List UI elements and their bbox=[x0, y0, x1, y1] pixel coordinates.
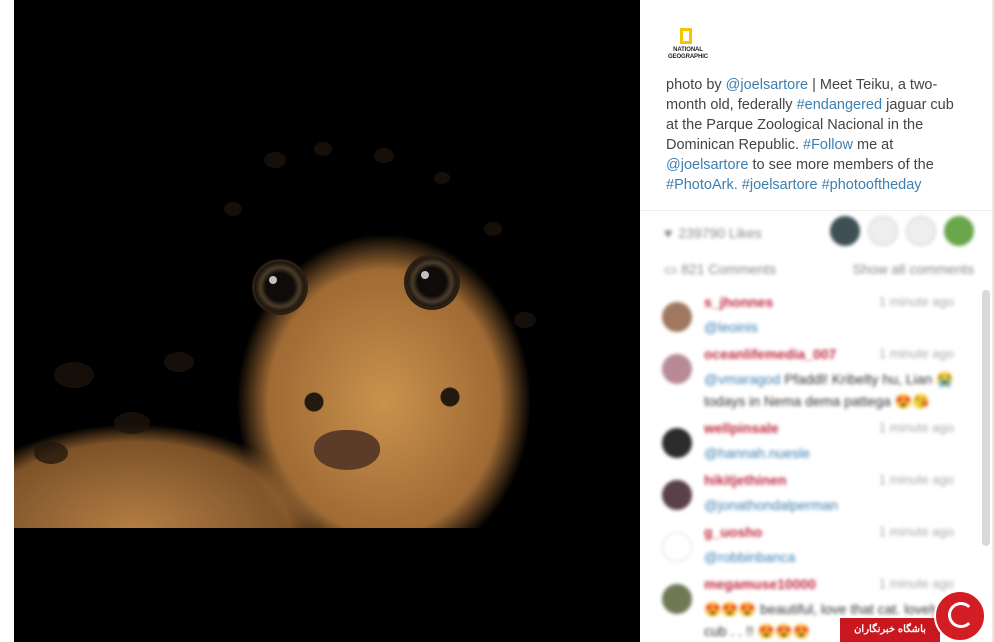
hashtag-link[interactable]: #joelsartore bbox=[742, 177, 818, 193]
post-header: NATIONAL GEOGRAPHIC photo by @joelsartor… bbox=[640, 0, 994, 211]
post-sidebar: NATIONAL GEOGRAPHIC photo by @joelsartor… bbox=[640, 0, 994, 642]
site-watermark: باشگاه خبرنگاران bbox=[840, 590, 986, 642]
photo-pane bbox=[0, 0, 640, 642]
fur-spot bbox=[484, 222, 502, 236]
avatar[interactable] bbox=[662, 302, 692, 332]
comment-icon: ▭ bbox=[664, 260, 682, 277]
comment-username[interactable]: s_jhonnes bbox=[704, 294, 773, 310]
watermark-logo-icon bbox=[948, 602, 974, 628]
hashtag-link[interactable]: #endangered bbox=[797, 97, 882, 113]
comments-scrollbar[interactable] bbox=[982, 290, 990, 546]
natgeo-frame-icon bbox=[680, 28, 692, 44]
avatar[interactable] bbox=[906, 216, 936, 246]
avatar[interactable] bbox=[944, 216, 974, 246]
fur-spot bbox=[224, 202, 242, 216]
comment-body: @jonathondalperman bbox=[704, 494, 960, 516]
comment-time: 1 minute ago bbox=[878, 420, 954, 435]
fur-spot bbox=[164, 352, 194, 372]
caption-text: me at bbox=[852, 137, 894, 153]
avatar[interactable] bbox=[662, 428, 692, 458]
avatar[interactable] bbox=[830, 216, 860, 246]
likes-count: 239790 Likes bbox=[678, 225, 762, 241]
fur-spot bbox=[264, 152, 286, 168]
comments-count-wrap: ▭ 821 Comments bbox=[664, 261, 776, 278]
comments-list: s_jhonnes 1 minute ago @leoinis oceanlif… bbox=[640, 288, 994, 642]
avatar[interactable] bbox=[662, 354, 692, 384]
comment-time: 1 minute ago bbox=[878, 524, 954, 539]
heart-icon: ♥ bbox=[664, 225, 673, 241]
comment-time: 1 minute ago bbox=[878, 346, 954, 361]
comment-mention[interactable]: @leoinis bbox=[704, 319, 758, 335]
fur-spot bbox=[54, 362, 94, 388]
fur-spot bbox=[314, 142, 332, 156]
comment-username[interactable]: oceanlifemedia_007 bbox=[704, 346, 836, 362]
avatar[interactable] bbox=[868, 216, 898, 246]
fur-spot bbox=[434, 172, 450, 184]
window-edge bbox=[0, 0, 14, 642]
watermark-logo bbox=[934, 590, 986, 642]
post-stats: ♥ 239790 Likes ▭ 821 Comments Show all c… bbox=[640, 212, 994, 286]
comment-mention[interactable]: @robbinbanca bbox=[704, 549, 795, 565]
hashtag-link[interactable]: #Follow bbox=[803, 137, 853, 153]
comment-body: @robbinbanca bbox=[704, 546, 960, 568]
comment-username[interactable]: g_uosho bbox=[704, 524, 762, 540]
left-eye bbox=[255, 262, 305, 312]
post-caption: photo by @joelsartore | Meet Teiku, a tw… bbox=[666, 75, 966, 195]
fur-spot bbox=[374, 148, 394, 163]
caption-text: photo by bbox=[666, 77, 726, 93]
comment-body: @vmaragod Pfaddl! Kribelty hu, Lian 😭 to… bbox=[704, 368, 960, 412]
post-photo[interactable] bbox=[14, 112, 640, 528]
fur-spot bbox=[114, 412, 150, 434]
comment-username[interactable]: hikitjethinen bbox=[704, 472, 786, 488]
comment-time: 1 minute ago bbox=[878, 472, 954, 487]
mention-link[interactable]: @joelsartore bbox=[666, 157, 748, 173]
comments-row: ▭ 821 Comments Show all comments bbox=[664, 258, 974, 280]
comments-count: 821 Comments bbox=[681, 260, 777, 277]
comment-mention[interactable]: @jonathondalperman bbox=[704, 497, 838, 513]
avatar[interactable] bbox=[662, 532, 692, 562]
comment-body: @leoinis bbox=[704, 316, 960, 338]
comment-username[interactable]: megamuse10000 bbox=[704, 576, 816, 592]
nose bbox=[314, 430, 380, 470]
watermark-label: باشگاه خبرنگاران bbox=[840, 618, 940, 642]
avatar[interactable] bbox=[662, 480, 692, 510]
fur-spot bbox=[514, 312, 536, 328]
hashtag-link[interactable]: #photooftheday bbox=[822, 177, 922, 193]
logo-text: NATIONAL GEOGRAPHIC bbox=[667, 47, 708, 60]
comment-time: 1 minute ago bbox=[878, 294, 954, 309]
mention-link[interactable]: @joelsartore bbox=[726, 77, 808, 93]
liker-avatars bbox=[830, 216, 974, 246]
show-all-comments-link[interactable]: Show all comments bbox=[853, 261, 974, 277]
hashtag-link[interactable]: #PhotoArk. bbox=[666, 177, 738, 193]
comment-body: @hannah.nuesle bbox=[704, 442, 960, 464]
avatar[interactable] bbox=[662, 584, 692, 614]
likes-row[interactable]: ♥ 239790 Likes bbox=[664, 222, 762, 244]
comment-mention[interactable]: @hannah.nuesle bbox=[704, 445, 810, 461]
comment-mention[interactable]: @vmaragod bbox=[704, 371, 780, 387]
comment-username[interactable]: wellpinsale bbox=[704, 420, 779, 436]
comment-time: 1 minute ago bbox=[878, 576, 954, 591]
natgeo-logo[interactable]: NATIONAL GEOGRAPHIC bbox=[666, 28, 710, 64]
right-eye bbox=[407, 257, 457, 307]
caption-text: to see more members of the bbox=[748, 157, 934, 173]
fur-spot bbox=[34, 442, 68, 464]
